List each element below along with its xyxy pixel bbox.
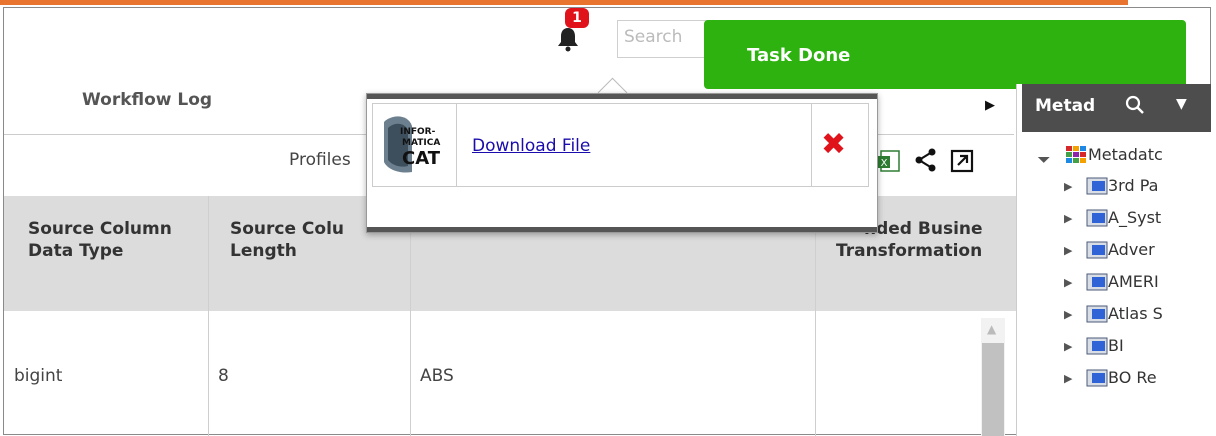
excel-export-icon[interactable]: X (877, 148, 903, 174)
svg-text:MATICA: MATICA (402, 138, 440, 148)
tree-collapsed-icon[interactable]: ▶ (1064, 180, 1072, 193)
metadata-grid-icon (1066, 146, 1086, 163)
tab-scroll-right-icon[interactable]: ▶ (985, 98, 995, 113)
database-icon (1086, 177, 1108, 195)
tree-item[interactable]: A_Syst (1108, 208, 1161, 227)
column-header-source-data-type[interactable]: Source Column Data Type (28, 218, 172, 262)
metadata-panel-title: Metad (1035, 96, 1096, 116)
database-icon (1086, 337, 1108, 355)
tree-item[interactable]: BO Re (1108, 368, 1157, 387)
search-icon[interactable] (1124, 94, 1146, 116)
tree-item[interactable]: Adver (1108, 240, 1155, 259)
bell-icon[interactable] (555, 26, 581, 52)
tree-collapsed-icon[interactable]: ▶ (1064, 276, 1072, 289)
toast-notification[interactable]: Task Done (704, 20, 1186, 89)
database-icon (1086, 241, 1108, 259)
top-accent-bar (0, 0, 1128, 5)
chevron-down-icon[interactable]: ▼ (1176, 96, 1187, 112)
database-icon (1086, 273, 1108, 291)
notification-badge: 1 (565, 8, 589, 28)
table-cell-data-type: bigint (14, 366, 63, 386)
scroll-up-icon[interactable]: ▲ (987, 322, 996, 336)
tree-item[interactable]: BI (1108, 336, 1124, 355)
tree-collapsed-icon[interactable]: ▶ (1064, 212, 1072, 225)
column-header-source-length[interactable]: Source Colu Length (230, 218, 344, 262)
popover-divider (811, 103, 812, 187)
tree-collapsed-icon[interactable]: ▶ (1064, 244, 1072, 257)
tree-collapsed-icon[interactable]: ▶ (1064, 340, 1072, 353)
tree-item[interactable]: 3rd Pa (1108, 176, 1158, 195)
search-input[interactable]: Search (617, 20, 711, 58)
popover-bottom-border (367, 227, 877, 232)
svg-text:X: X (881, 158, 888, 169)
table-cell-length: 8 (218, 366, 229, 386)
column-header-business-transformation[interactable]: nded Busine Transformation (836, 218, 983, 262)
column-divider (208, 196, 209, 436)
tree-collapsed-icon[interactable]: ▶ (1064, 308, 1072, 321)
share-icon[interactable] (914, 147, 938, 173)
popover-top-border (367, 94, 877, 99)
tree-item[interactable]: AMERI (1108, 272, 1159, 291)
popover-divider (456, 103, 457, 187)
table-cell-transformation: ABS (420, 366, 454, 386)
tree-item[interactable]: Atlas S (1108, 304, 1163, 323)
notification-popover: INFOR- MATICA CAT Download File ✖ (366, 93, 878, 233)
informatica-cat-logo: INFOR- MATICA CAT (384, 116, 441, 173)
database-icon (1086, 369, 1108, 387)
tree-collapsed-icon[interactable]: ▶ (1064, 372, 1072, 385)
tab-workflow-log[interactable]: Workflow Log (82, 90, 212, 110)
download-file-link[interactable]: Download File (472, 136, 590, 156)
close-icon[interactable]: ✖ (821, 130, 846, 160)
database-icon (1086, 305, 1108, 323)
database-icon (1086, 209, 1108, 227)
popout-icon[interactable] (949, 148, 975, 174)
scrollbar-thumb[interactable] (982, 343, 1004, 436)
notification-item (372, 103, 869, 187)
profiles-label[interactable]: Profiles (289, 150, 351, 170)
svg-text:CAT: CAT (402, 148, 441, 169)
tree-root-label[interactable]: Metadatc (1088, 145, 1163, 164)
toast-message: Task Done (747, 45, 851, 66)
svg-text:INFOR-: INFOR- (400, 127, 436, 137)
